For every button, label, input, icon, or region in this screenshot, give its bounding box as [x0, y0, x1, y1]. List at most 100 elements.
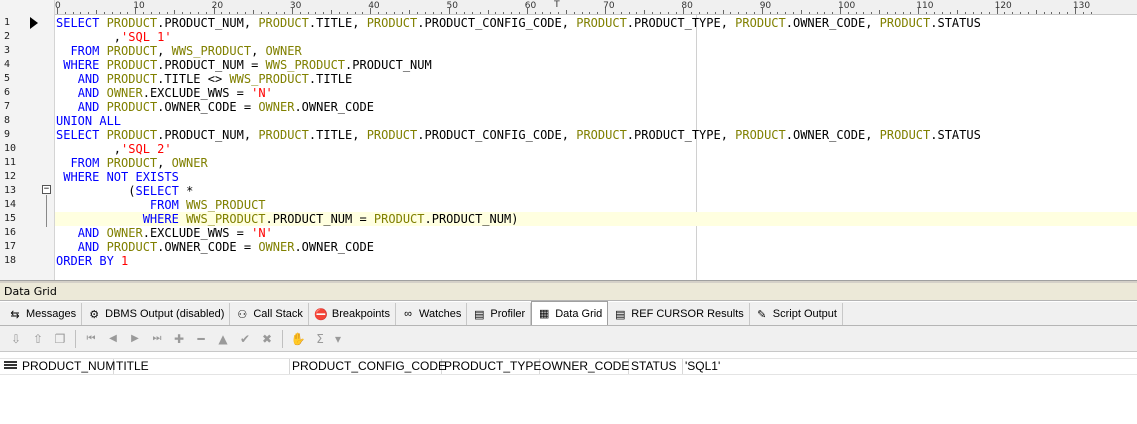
ruler-tick [534, 12, 536, 14]
code-line[interactable]: AND PRODUCT.OWNER_CODE = OWNER.OWNER_COD… [55, 100, 1137, 114]
tab-call-stack[interactable]: ⚇ Call Stack [230, 303, 309, 325]
edit-record-icon[interactable]: ▲ [213, 329, 233, 349]
code-line[interactable]: AND PRODUCT.TITLE <> WWS_PRODUCT.TITLE [55, 72, 1137, 86]
tab-breakpoints[interactable]: ⛔ Breakpoints [308, 303, 396, 325]
line-number: 15 [4, 213, 17, 224]
tab-watches[interactable]: ∞ Watches [395, 303, 468, 325]
ruler-tick [699, 12, 701, 14]
code-token: PRODUCT [106, 44, 158, 58]
code-line[interactable]: AND OWNER.EXCLUDE_WWS = 'N' [55, 226, 1137, 240]
column-header-product-type[interactable]: PRODUCT_TYPE [442, 359, 541, 374]
ruler-tick [307, 12, 309, 14]
ruler-label: 90 [759, 1, 772, 11]
ruler-tick [965, 12, 967, 14]
ruler-tick [354, 12, 356, 14]
code-line[interactable]: SELECT PRODUCT.PRODUCT_NUM, PRODUCT.TITL… [55, 128, 1137, 142]
code-token: , [251, 44, 266, 58]
tab-messages[interactable]: ⇆ Messages [3, 303, 83, 325]
column-header-owner-code[interactable]: OWNER_CODE [540, 359, 629, 374]
line-number: 9 [4, 129, 11, 140]
ruler-tick [808, 12, 810, 14]
code-line[interactable]: ,'SQL 2' [55, 142, 1137, 156]
code-token: WWS_PRODUCT [186, 198, 266, 212]
ruler-tick [252, 10, 254, 14]
ruler-tick [1027, 12, 1029, 14]
ruler-label: 60 [524, 1, 537, 11]
ruler-tick [96, 10, 98, 14]
ruler-tick [143, 12, 145, 14]
hand-icon[interactable]: ✋ [288, 329, 308, 349]
code-token: .TITLE, [308, 16, 367, 30]
line-number: 2 [4, 31, 11, 42]
dropdown-icon[interactable]: ▾ [332, 329, 344, 349]
post-edit-icon[interactable]: ✔ [235, 329, 255, 349]
next-record-icon[interactable]: ▶ [125, 329, 145, 349]
sum-icon[interactable]: Σ [310, 329, 330, 349]
last-record-icon[interactable]: ⏭ [147, 329, 167, 349]
ruler-caret-icon: T [554, 0, 560, 10]
line-number: 4 [4, 59, 11, 70]
code-token: AND [77, 86, 107, 100]
first-record-icon[interactable]: ⏮ [81, 329, 101, 349]
column-header-status[interactable]: STATUS [629, 359, 683, 374]
export-icon[interactable]: ⇩ [6, 329, 26, 349]
ruler-label: 10 [133, 1, 145, 11]
ruler-tick [315, 12, 317, 14]
ruler-tick [902, 12, 904, 14]
ruler-tick [636, 12, 638, 14]
line-number: 17 [4, 241, 17, 252]
column-header-sql1[interactable]: 'SQL1' [683, 359, 743, 374]
code-line[interactable]: SELECT PRODUCT.PRODUCT_NUM, PRODUCT.TITL… [55, 16, 1137, 30]
code-area[interactable]: SELECT PRODUCT.PRODUCT_NUM, PRODUCT.TITL… [55, 15, 1137, 280]
ruler-tick [80, 12, 82, 14]
prior-record-icon[interactable]: ◀ [103, 329, 123, 349]
ruler-tick [949, 12, 951, 14]
tab-profiler[interactable]: ▤ Profiler [467, 303, 532, 325]
code-token: .OWNER_CODE = [157, 240, 259, 254]
code-token: UNION ALL [56, 114, 122, 128]
column-header-product-config-code[interactable]: PRODUCT_CONFIG_CODE [290, 359, 446, 374]
sql-editor[interactable]: − 1 2 3 4 5 6 7 8 9 10 11 12 13 14 15 16 17 18 0 10 20 30 40 5… [0, 0, 1137, 280]
insert-record-icon[interactable]: ✚ [169, 329, 189, 349]
code-line[interactable]: WHERE NOT EXISTS [55, 170, 1137, 184]
tab-script-output[interactable]: ✎ Script Output [749, 303, 843, 325]
fold-collapse-icon[interactable]: − [42, 185, 51, 194]
ruler-tick [675, 12, 677, 14]
code-line[interactable]: FROM WWS_PRODUCT [55, 198, 1137, 212]
line-number: 16 [4, 227, 17, 238]
code-line[interactable]: FROM PRODUCT, OWNER [55, 156, 1137, 170]
copy-icon[interactable]: ❐ [50, 329, 70, 349]
code-line[interactable]: AND OWNER.EXCLUDE_WWS = 'N' [55, 86, 1137, 100]
column-header-title[interactable]: TITLE [114, 359, 290, 374]
code-line[interactable]: WHERE PRODUCT.PRODUCT_NUM = WWS_PRODUCT.… [55, 58, 1137, 72]
import-icon[interactable]: ⇧ [28, 329, 48, 349]
tab-ref-cursor-results[interactable]: ▤ REF CURSOR Results [608, 303, 750, 325]
code-line[interactable]: ,'SQL 1' [55, 30, 1137, 44]
code-token: PRODUCT [258, 16, 309, 30]
cancel-edit-icon[interactable]: ✖ [257, 329, 277, 349]
toolbar-separator [75, 329, 76, 348]
code-token: .OWNER_CODE [294, 240, 374, 254]
delete-record-icon[interactable]: ━ [191, 329, 211, 349]
ruler-label: 110 [916, 1, 934, 11]
ruler-tick [346, 12, 348, 14]
tab-dbms-output-disabled[interactable]: ⚙ DBMS Output (disabled) [82, 303, 231, 325]
ruler-tick [229, 12, 231, 14]
code-line-current[interactable]: WHERE WWS_PRODUCT.PRODUCT_NUM = PRODUCT.… [55, 212, 1137, 226]
tab-data-grid[interactable]: ▦ Data Grid [531, 301, 609, 325]
ruler-tick [331, 10, 333, 14]
column-header-product-num[interactable]: PRODUCT_NUM [20, 359, 115, 374]
ruler-tick [471, 12, 473, 14]
code-line[interactable]: UNION ALL [55, 114, 1137, 128]
code-line[interactable]: FROM PRODUCT, WWS_PRODUCT, OWNER [55, 44, 1137, 58]
ruler-tick [487, 10, 489, 14]
code-token: OWNER [106, 86, 143, 100]
code-line[interactable]: AND PRODUCT.OWNER_CODE = OWNER.OWNER_COD… [55, 240, 1137, 254]
code-line[interactable]: ORDER BY 1 [55, 254, 1137, 268]
data-grid[interactable]: PRODUCT_NUM TITLE PRODUCT_CONFIG_CODE PRODU… [0, 352, 1137, 424]
ruler-tick [714, 12, 716, 14]
ruler-tick [941, 12, 943, 14]
grid-menu-icon[interactable] [4, 361, 17, 372]
code-line[interactable]: (SELECT * [55, 184, 1137, 198]
ruler-tick [746, 12, 748, 14]
